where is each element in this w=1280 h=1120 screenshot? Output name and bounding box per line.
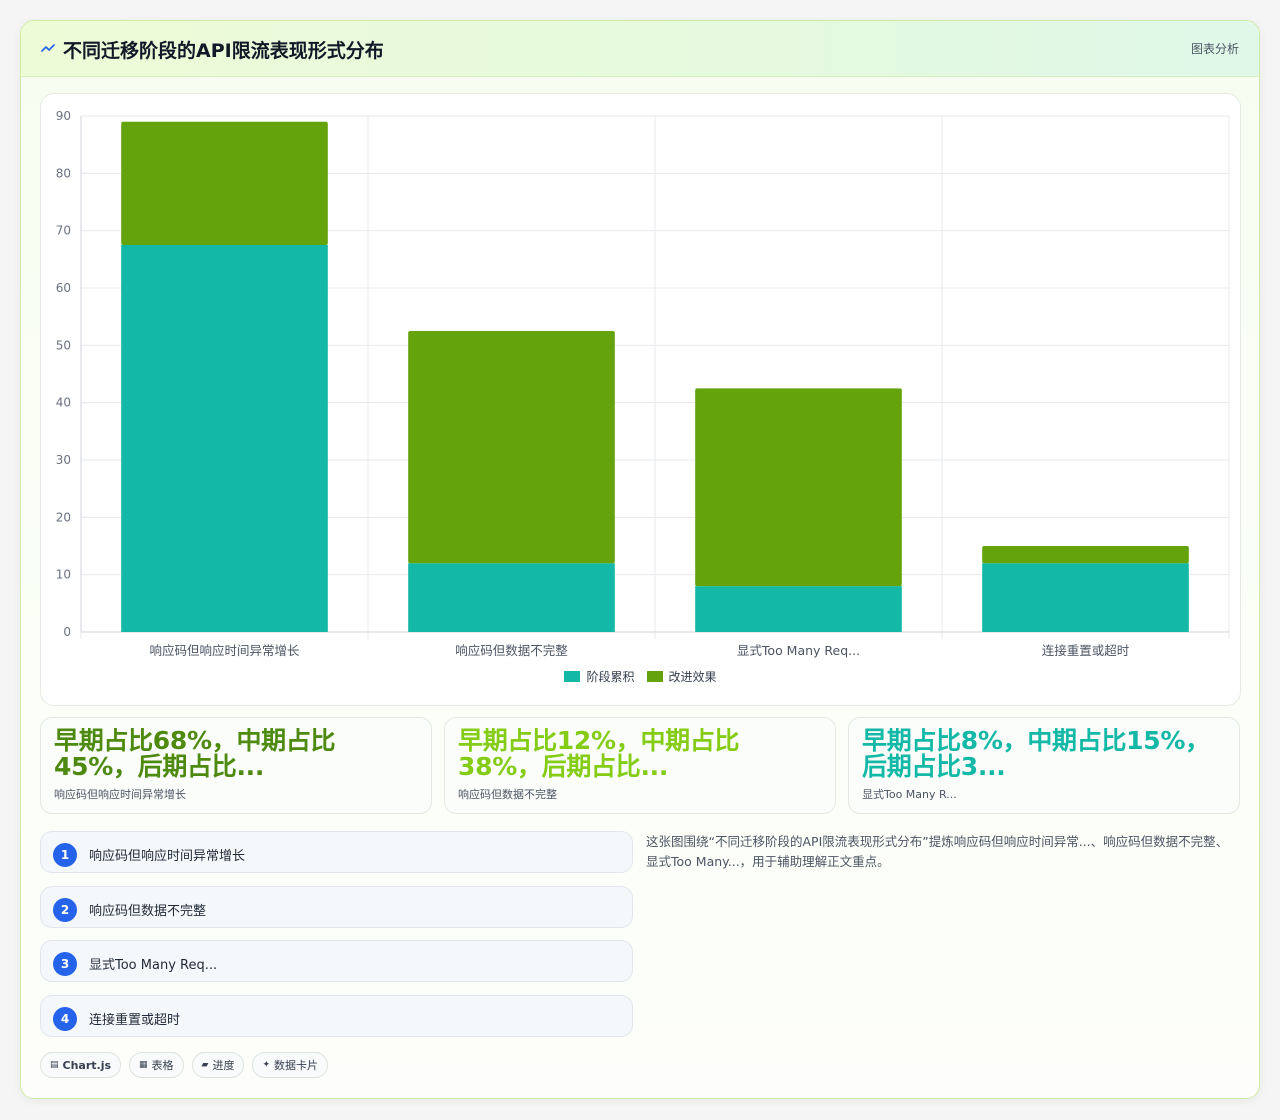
list-item-label: 显式Too Many Req...	[89, 958, 218, 973]
tag-label: 进度	[212, 1059, 235, 1072]
list-item-label: 响应码但响应时间异常增长	[89, 849, 246, 864]
list-item[interactable]: 4 连接重置或超时	[40, 995, 633, 1037]
number-badge: 3	[53, 952, 77, 976]
number-badge: 2	[53, 898, 77, 922]
progress-icon: ▰	[201, 1060, 209, 1070]
stat-card: 早期占比8%，中期占比15%，后期占比3... 显式Too Many R...	[848, 717, 1240, 814]
stat-card: 早期占比12%，中期占比38%，后期占比... 响应码但数据不完整	[444, 717, 836, 814]
y-tick-label: 10	[56, 568, 71, 582]
bar-segment	[121, 121, 328, 245]
chart-line-icon	[41, 44, 55, 52]
chart-card: 不同迁移阶段的API限流表现形式分布 图表分析 0 10 20 30 40 50 60 70 8…	[20, 20, 1260, 1099]
y-tick-label: 70	[56, 224, 71, 238]
y-tick-label: 50	[56, 338, 71, 352]
list-item[interactable]: 3 显式Too Many Req...	[40, 940, 633, 982]
page-title: 不同迁移阶段的API限流表现形式分布	[63, 40, 384, 62]
bar-segment	[121, 245, 328, 632]
y-tick-label: 0	[63, 625, 71, 639]
y-tick-label: 80	[56, 166, 71, 180]
chart-analysis-label: 图表分析	[1190, 42, 1239, 56]
bar-segment	[695, 586, 902, 632]
tag-progress[interactable]: ▰ 进度	[191, 1052, 245, 1078]
stat-value: 早期占比12%，中期占比38%，后期占比...	[458, 728, 740, 780]
stat-label: 响应码但响应时间异常增长	[54, 788, 186, 801]
bar-segment	[408, 563, 615, 632]
tag-label: 表格	[151, 1059, 174, 1072]
stat-label: 响应码但数据不完整	[458, 788, 557, 801]
tag-label: Chart.js	[62, 1058, 112, 1072]
chart-panel: 0 10 20 30 40 50 60 70 80 90 响应码但响应时间异常增长 响应码但数据不完整…	[40, 93, 1241, 706]
bar-chart: 0 10 20 30 40 50 60 70 80 90 响应码但响应时间异常增长 响应码但数据不完整…	[56, 109, 1230, 658]
legend-item-series-2[interactable]: 改进效果	[646, 668, 717, 685]
x-tick-label: 显式Too Many Req...	[737, 643, 860, 658]
card-header: 不同迁移阶段的API限流表现形式分布 图表分析	[21, 21, 1259, 77]
bar-segment	[982, 563, 1189, 632]
bar-segment	[695, 388, 902, 587]
stat-card: 早期占比68%，中期占比45%，后期占比... 响应码但响应时间异常增长	[40, 717, 432, 814]
tag-list: ▤ Chart.js ▦ 表格 ▰ 进度 ✦ 数据卡片	[40, 1052, 329, 1078]
tag-label: 数据卡片	[274, 1059, 319, 1072]
stat-label: 显式Too Many R...	[862, 788, 957, 801]
bar-segment	[408, 331, 615, 564]
x-tick-label: 响应码但数据不完整	[455, 643, 568, 658]
x-tick-label: 连接重置或超时	[1042, 643, 1130, 658]
legend-swatch	[564, 671, 581, 682]
chart-icon: ▤	[50, 1060, 59, 1070]
legend-item-series-1[interactable]: 阶段累积	[564, 668, 635, 685]
legend-label: 阶段累积	[586, 670, 635, 684]
chart-description: 这张图围绕“不同迁移阶段的API限流表现形式分布”提炼响应码但响应时间异常...…	[646, 834, 1229, 869]
y-tick-label: 20	[56, 510, 71, 524]
y-tick-label: 30	[56, 453, 71, 467]
y-tick-label: 40	[56, 396, 71, 410]
sparkle-icon: ✦	[262, 1060, 271, 1070]
legend-swatch	[646, 671, 663, 682]
list-item-label: 连接重置或超时	[89, 1013, 181, 1028]
y-tick-label: 90	[56, 109, 71, 123]
stat-value: 早期占比8%，中期占比15%，后期占比3...	[862, 728, 1210, 780]
list-item[interactable]: 2 响应码但数据不完整	[40, 886, 633, 928]
tag-chartjs[interactable]: ▤ Chart.js	[40, 1052, 122, 1078]
tag-data-card[interactable]: ✦ 数据卡片	[252, 1052, 329, 1078]
legend-label: 改进效果	[668, 670, 717, 684]
stat-value: 早期占比68%，中期占比45%，后期占比...	[54, 728, 336, 780]
number-badge: 1	[53, 843, 77, 867]
x-tick-label: 响应码但响应时间异常增长	[149, 643, 300, 658]
list-item[interactable]: 1 响应码但响应时间异常增长	[40, 831, 633, 873]
y-tick-label: 60	[56, 281, 71, 295]
chart-legend: 阶段累积 改进效果	[41, 668, 1240, 685]
bar-segment	[982, 546, 1189, 564]
number-badge: 4	[53, 1007, 77, 1031]
list-item-label: 响应码但数据不完整	[89, 904, 207, 919]
table-icon: ▦	[139, 1060, 148, 1070]
tag-table[interactable]: ▦ 表格	[129, 1052, 184, 1078]
